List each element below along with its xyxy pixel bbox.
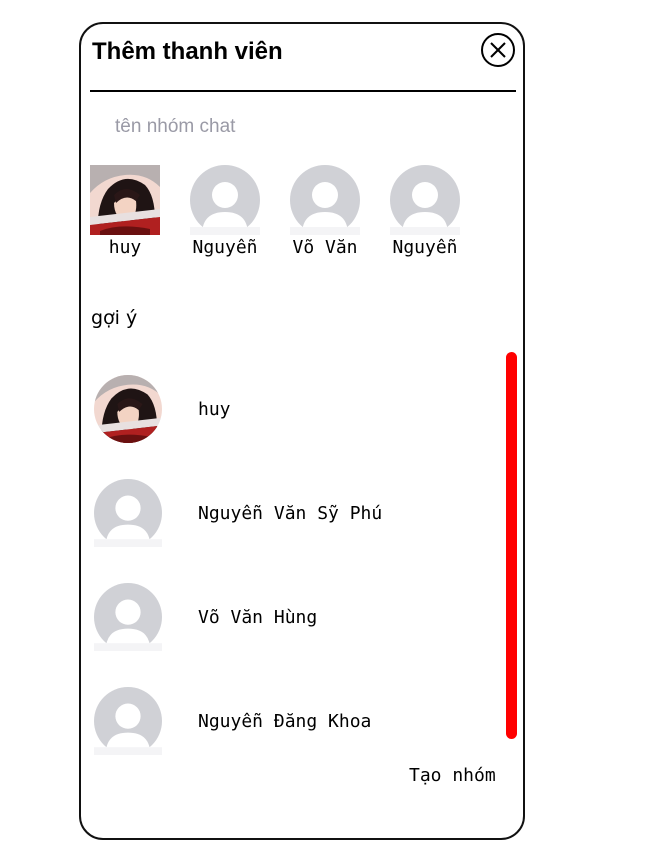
group-name-input[interactable] (103, 112, 457, 142)
avatar-image (90, 165, 160, 235)
close-button[interactable] (481, 33, 515, 67)
suggestion-item[interactable]: Nguyễn Văn Sỹ Phú (90, 479, 490, 551)
default-user-icon (94, 583, 162, 651)
suggestion-item[interactable]: Võ Văn Hùng (90, 583, 490, 655)
add-member-dialog: Thêm thanh viên huy Nguyễn Võ Văn Nguyễn… (79, 22, 525, 840)
avatar-image (94, 375, 162, 443)
suggestions-list: huy Nguyễn Văn Sỹ Phú Võ Văn Hùng Nguyễn… (90, 371, 490, 755)
suggestions-scrollbar[interactable] (506, 352, 517, 739)
selected-member-item[interactable]: Võ Văn (290, 165, 390, 258)
suggestion-item[interactable]: Nguyễn Đăng Khoa (90, 687, 490, 759)
suggestion-name: Nguyễn Văn Sỹ Phú (198, 503, 383, 524)
selected-member-item[interactable]: huy (90, 165, 190, 258)
default-user-icon (94, 479, 162, 547)
suggestions-label: gợi ý (91, 307, 138, 329)
selected-member-item[interactable]: Nguyễn (190, 165, 290, 258)
create-group-button[interactable]: Tạo nhóm (409, 765, 496, 786)
default-user-icon (190, 165, 260, 235)
suggestion-name: Võ Văn Hùng (198, 607, 318, 628)
selected-member-item[interactable]: Nguyễn (390, 165, 490, 258)
default-user-icon (290, 165, 360, 235)
dialog-title: Thêm thanh viên (92, 38, 283, 65)
selected-member-name: Nguyễn (192, 237, 258, 258)
selected-member-name: huy (108, 237, 142, 258)
suggestion-name: huy (198, 399, 231, 420)
header-divider (90, 90, 516, 92)
close-x-icon (490, 42, 506, 58)
selected-members-list: huy Nguyễn Võ Văn Nguyễn (90, 165, 490, 265)
selected-member-name: Nguyễn (392, 237, 458, 258)
selected-member-name: Võ Văn (292, 237, 358, 258)
default-user-icon (390, 165, 460, 235)
suggestion-item[interactable]: huy (90, 375, 490, 447)
default-user-icon (94, 687, 162, 755)
suggestion-name: Nguyễn Đăng Khoa (198, 711, 372, 732)
